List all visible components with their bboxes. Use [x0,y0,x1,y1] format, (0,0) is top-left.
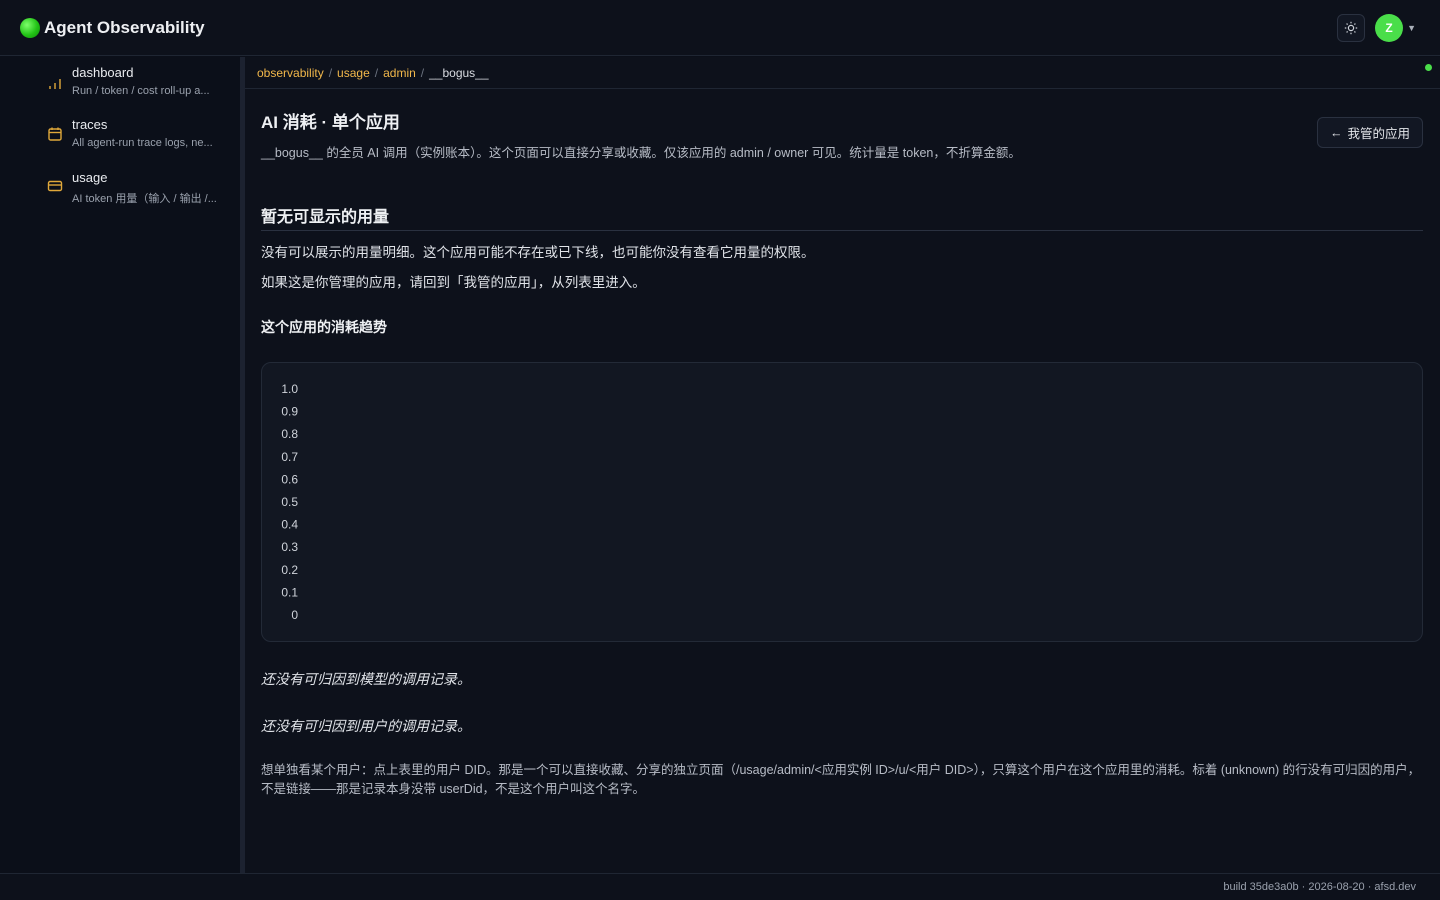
footer: build 35de3a0b · 2026-08-20 · afsd.dev [0,873,1440,900]
breadcrumb-observability[interactable]: observability [257,66,324,80]
page-title: AI 消耗 · 单个应用 [261,113,400,132]
y-tick-label: 0.8 [281,427,298,441]
sidebar-item-label: dashboard [72,65,134,80]
sun-icon [1344,21,1358,35]
breadcrumb-current: __bogus__ [429,65,489,80]
breadcrumb-admin[interactable]: admin [383,66,416,80]
top-right-controls: Z ▼ [1337,14,1416,42]
sidebar-item-desc: AI token 用量（输入 / 输出 /... [72,193,217,205]
y-tick-label: 1.0 [281,382,298,396]
y-tick-label: 0.6 [281,472,298,486]
divider [261,230,1423,231]
breadcrumb-separator: / [420,65,425,80]
empty-state-title: 暂无可显示的用量 [261,209,390,226]
sidebar-item-label: usage [72,170,108,185]
sidebar-item-usage[interactable]: usage AI token 用量（输入 / 输出 /... [46,170,236,206]
app-title[interactable]: Agent Observability [44,18,205,38]
theme-toggle-button[interactable] [1337,14,1366,42]
user-drilldown-footnote: 想单独看某个用户：点上表里的用户 DID。那是一个可以直接收藏、分享的独立页面（… [261,763,1421,796]
bar-chart-icon [49,79,61,89]
sidebar-item-desc: Run / token / cost roll-up a... [72,85,210,97]
breadcrumb-separator: / [328,65,333,80]
credit-card-icon [47,180,63,192]
arrow-left-icon: ← [1329,125,1343,140]
chevron-down-icon[interactable]: ▼ [1407,23,1416,33]
main-content: observability / usage / admin / __bogus_… [245,57,1440,873]
sidebar-item-dashboard[interactable]: dashboard Run / token / cost roll-up a..… [46,65,236,97]
breadcrumb: observability / usage / admin / __bogus_… [245,57,1440,89]
back-to-my-apps-button[interactable]: ← 我管的应用 [1316,117,1423,148]
sidebar-item-desc: All agent-run trace logs, ne... [72,137,213,149]
back-button-label: 我管的应用 [1347,127,1410,141]
build-info: build 35de3a0b · 2026-08-20 · afsd.dev [1223,881,1416,893]
status-indicator [1425,64,1432,71]
y-tick-label: 0.4 [281,518,298,532]
y-tick-label: 0.7 [281,450,298,464]
trend-chart: 1.0 0.9 0.8 0.7 0.6 0.5 0.4 0.3 0.2 0.1 0 [261,362,1423,642]
no-user-records: 还没有可归因到用户的调用记录。 [261,718,471,734]
y-tick-label: 0.3 [281,540,298,554]
empty-state-hint: 如果这是你管理的应用，请回到「我管的应用」，从列表里进入。 [261,275,646,290]
empty-state-message: 没有可以展示的用量明细。这个应用可能不存在或已下线，也可能你没有查看它用量的权限… [261,245,815,260]
breadcrumb-separator: / [374,65,379,80]
breadcrumb-usage[interactable]: usage [337,66,370,80]
green-orb-icon [20,17,40,38]
y-tick-label: 0 [291,608,298,622]
top-bar: Agent Observability Z ▼ [0,0,1440,56]
avatar[interactable]: Z [1375,14,1404,42]
no-model-records: 还没有可归因到模型的调用记录。 [261,671,471,687]
y-tick-label: 0.2 [281,563,298,577]
sidebar-item-traces[interactable]: traces All agent-run trace logs, ne... [46,117,236,149]
trend-chart-svg: 1.0 0.9 0.8 0.7 0.6 0.5 0.4 0.3 0.2 0.1 0 [281,382,298,622]
calendar-icon [48,127,62,141]
page-subtitle: __bogus__ 的全员 AI 调用（实例账本）。这个页面可以直接分享或收藏。… [261,146,1021,160]
sidebar-item-label: traces [72,117,108,132]
y-tick-label: 0.9 [281,405,298,419]
y-tick-label: 0.5 [281,495,298,509]
trend-title: 这个应用的消耗趋势 [261,319,387,335]
sidebar: dashboard Run / token / cost roll-up a..… [0,57,240,873]
y-tick-label: 0.1 [281,585,298,599]
